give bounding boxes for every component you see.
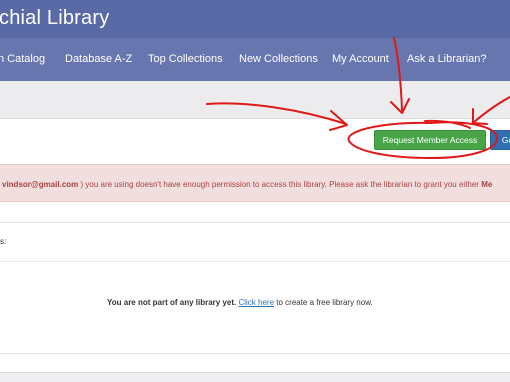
main-nav: n Catalog Database A-Z Top Collections N…: [0, 38, 510, 81]
empty-library-message: You are not part of any library yet. Cli…: [107, 298, 373, 307]
nav-item-new-collections[interactable]: New Collections: [239, 53, 318, 65]
nav-item-catalog[interactable]: n Catalog: [0, 53, 45, 65]
go-button[interactable]: Go: [490, 130, 510, 150]
site-header: chial Library: [0, 0, 510, 38]
nav-item-my-account[interactable]: My Account: [332, 53, 389, 65]
alert-email: vindsor@gmail.com: [2, 180, 79, 189]
nav-item-ask-a-librarian[interactable]: Ask a Librarian?: [407, 53, 487, 65]
library-panel: [0, 222, 510, 354]
alert-trailing-bold: Me: [481, 180, 493, 189]
section-divider: [0, 261, 510, 262]
empty-library-suffix: to create a free library now.: [274, 298, 373, 307]
nav-item-database-a-z[interactable]: Database A-Z: [65, 53, 132, 65]
alert-message: ) you are using doesn't have enough perm…: [78, 180, 482, 189]
library-section-label: s:: [0, 237, 7, 246]
footer-band: [0, 372, 510, 382]
site-title: chial Library: [0, 7, 110, 29]
alert-text: vindsor@gmail.com ) you are using doesn'…: [2, 180, 492, 189]
nav-item-top-collections[interactable]: Top Collections: [148, 53, 223, 65]
subheader-band: [0, 81, 510, 119]
empty-library-bold: You are not part of any library yet.: [107, 298, 237, 307]
create-library-link[interactable]: Click here: [238, 298, 274, 307]
request-member-access-button[interactable]: Request Member Access: [374, 130, 486, 150]
permission-alert: vindsor@gmail.com ) you are using doesn'…: [0, 164, 510, 202]
